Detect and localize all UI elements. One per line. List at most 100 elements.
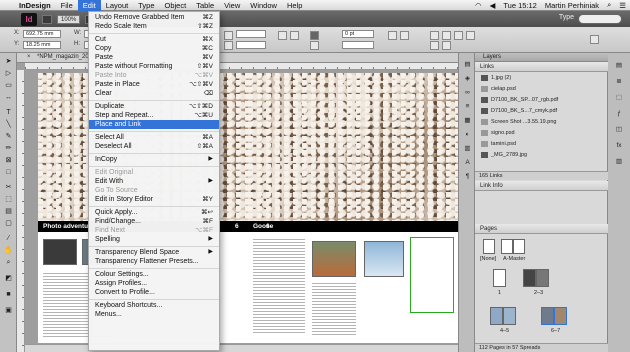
edit-menu-item[interactable]: Undo Remove Grabbed Item ⌘Z — [89, 13, 219, 22]
edit-menu-item[interactable]: Copy ⌘C — [89, 44, 219, 53]
flip-horizontal-icon[interactable] — [278, 31, 287, 40]
page-thumb-6[interactable] — [541, 307, 554, 325]
hand-tool-icon[interactable]: ✋ — [4, 247, 13, 255]
fit-frame-icon[interactable] — [430, 31, 439, 40]
vertical-ruler[interactable] — [17, 70, 25, 352]
notifications-icon[interactable]: ☰ — [615, 1, 630, 10]
edit-menu-item[interactable]: Find/Change... ⌘F — [89, 217, 219, 226]
zoom-level[interactable]: 100% — [57, 14, 81, 24]
edit-menu-item[interactable]: Cut ⌘X — [89, 35, 219, 44]
link-row[interactable]: D7100_BK_S...7_cmyk.pdf — [481, 107, 601, 116]
rotate-icon[interactable] — [224, 31, 233, 40]
fit-content-icon[interactable] — [442, 31, 451, 40]
fill-frame-icon[interactable] — [466, 31, 475, 40]
object-style-icon[interactable] — [442, 41, 451, 50]
link-row[interactable]: tamini.psd — [481, 140, 601, 149]
page-thumb-2[interactable] — [523, 269, 536, 287]
menu-type[interactable]: Type — [133, 0, 159, 11]
note-tool-icon[interactable]: ▢ — [4, 220, 13, 228]
y-field[interactable]: 18.25 mm — [23, 41, 61, 49]
camera-image[interactable] — [43, 239, 77, 265]
stroke-weight-field[interactable]: 0 pt — [342, 30, 374, 38]
screen-mode-icon[interactable]: ▣ — [4, 307, 13, 315]
edit-menu-item[interactable]: Keyboard Shortcuts... — [89, 301, 219, 310]
link-row[interactable]: D7100_BK_SP...07_rgb.pdf — [481, 96, 601, 105]
x-field[interactable]: 692.75 mm — [23, 30, 61, 38]
workspace-switcher[interactable]: Type — [559, 14, 574, 21]
selected-text-frame[interactable] — [410, 237, 454, 313]
edit-menu-item[interactable]: Spelling ▶ — [89, 235, 219, 244]
free-transform-tool-icon[interactable]: ⬚ — [4, 196, 13, 204]
menu-layout[interactable]: Layout — [101, 0, 134, 11]
edit-menu-item[interactable]: Select All ⌘A — [89, 133, 219, 142]
selection-tool-icon[interactable]: ➤ — [4, 58, 13, 66]
page-tool-icon[interactable]: ▭ — [4, 82, 13, 90]
edit-menu-item[interactable]: Clear ⌫ — [89, 89, 219, 98]
drop-shadow-icon[interactable] — [400, 31, 409, 40]
type-tool-icon[interactable]: T — [4, 109, 13, 117]
menu-window[interactable]: Window — [245, 0, 282, 11]
link-row[interactable]: 1.jpg (2) — [481, 74, 601, 83]
landscape-image[interactable] — [364, 241, 404, 277]
close-tab-icon[interactable]: × — [27, 54, 31, 60]
apply-color-icon[interactable]: ■ — [4, 291, 13, 299]
page-thumb-4[interactable] — [490, 307, 503, 325]
user-name[interactable]: Martin Perhiniak — [541, 1, 603, 10]
transform-icon[interactable]: ⬚ — [614, 93, 624, 102]
page-thumb-7[interactable] — [554, 307, 567, 325]
links-panel-header[interactable]: Links — [475, 62, 608, 72]
spotlight-icon[interactable]: ⌕ — [603, 0, 615, 10]
menu-file[interactable]: File — [56, 0, 78, 11]
edit-menu-item[interactable]: InCopy ▶ — [89, 155, 219, 164]
gap-tool-icon[interactable]: ↔ — [4, 94, 13, 102]
shear-icon[interactable] — [224, 41, 233, 50]
line-tool-icon[interactable]: ╲ — [4, 121, 13, 129]
edit-menu-item[interactable]: Edit in Story Editor ⌘Y — [89, 195, 219, 204]
page-right[interactable]: Goose 6 — [248, 73, 458, 343]
none-master-thumb[interactable] — [483, 239, 495, 254]
gradient-panel-icon[interactable]: ▥ — [614, 157, 624, 166]
link-row[interactable]: Screen Shot ...3.55.19.png — [481, 118, 601, 127]
bridge-button[interactable] — [42, 14, 52, 24]
center-content-icon[interactable] — [454, 31, 463, 40]
effects-icon[interactable] — [388, 31, 397, 40]
scripts-icon[interactable]: ƒ — [614, 109, 624, 118]
zoom-tool-icon[interactable]: ⌕ — [4, 259, 13, 267]
eyedropper-tool-icon[interactable]: ⁄ — [4, 235, 13, 243]
search-field[interactable] — [578, 14, 622, 24]
edit-menu-item[interactable]: Paste without Formatting ⇧⌘V — [89, 62, 219, 71]
rectangle-tool-icon[interactable]: □ — [4, 169, 13, 177]
rectangle-frame-tool-icon[interactable]: ⊠ — [4, 157, 13, 165]
page-thumb-1[interactable] — [493, 269, 506, 287]
edit-menu-item[interactable]: Duplicate ⌥⇧⌘D — [89, 102, 219, 111]
color-panel-icon[interactable]: ◐ — [463, 131, 472, 139]
edit-menu-item[interactable]: Redo Scale Item ⇧⌘Z — [89, 22, 219, 31]
body-text-right[interactable] — [253, 239, 305, 335]
pathfinder-icon[interactable]: ◫ — [614, 125, 624, 134]
link-row[interactable]: signo.psd — [481, 129, 601, 138]
link-row[interactable]: cielap.psd — [481, 85, 601, 94]
body-text-right-2[interactable] — [312, 283, 356, 335]
fill-stroke-icon[interactable]: ◩ — [4, 275, 13, 283]
edit-menu-item[interactable]: Deselect All ⇧⌘A — [89, 142, 219, 151]
gradient-tool-icon[interactable]: ▤ — [4, 208, 13, 216]
shear-field[interactable] — [236, 41, 266, 49]
page-thumb-5[interactable] — [503, 307, 516, 325]
edit-menu-item[interactable]: Transparency Blend Space ▶ — [89, 248, 219, 257]
document-tab[interactable]: × *NPM_magazin_2013- — [17, 53, 458, 63]
edit-menu-item[interactable]: Step and Repeat... ⌥⌘U — [89, 111, 219, 120]
edit-menu-item[interactable]: Place and Link — [89, 120, 219, 129]
panel-menu-icon[interactable] — [590, 35, 599, 44]
paragraph-panel-icon[interactable]: ¶ — [463, 173, 472, 181]
stroke-swatch[interactable] — [310, 41, 319, 50]
a-master-thumb-left[interactable] — [501, 239, 513, 254]
stroke-type-select[interactable] — [342, 41, 374, 49]
fox-image[interactable] — [312, 241, 356, 277]
pages-panel-icon[interactable]: ▤ — [463, 61, 472, 69]
edit-menu-item[interactable]: Assign Profiles... — [89, 279, 219, 288]
edit-menu-item[interactable]: Quick Apply... ⌘↩ — [89, 208, 219, 217]
layers-panel-icon[interactable]: ◈ — [463, 75, 472, 83]
edit-menu-item[interactable]: Menus... — [89, 310, 219, 319]
links-panel-icon[interactable]: ∞ — [463, 89, 472, 97]
geese-photo-right[interactable] — [248, 73, 458, 221]
